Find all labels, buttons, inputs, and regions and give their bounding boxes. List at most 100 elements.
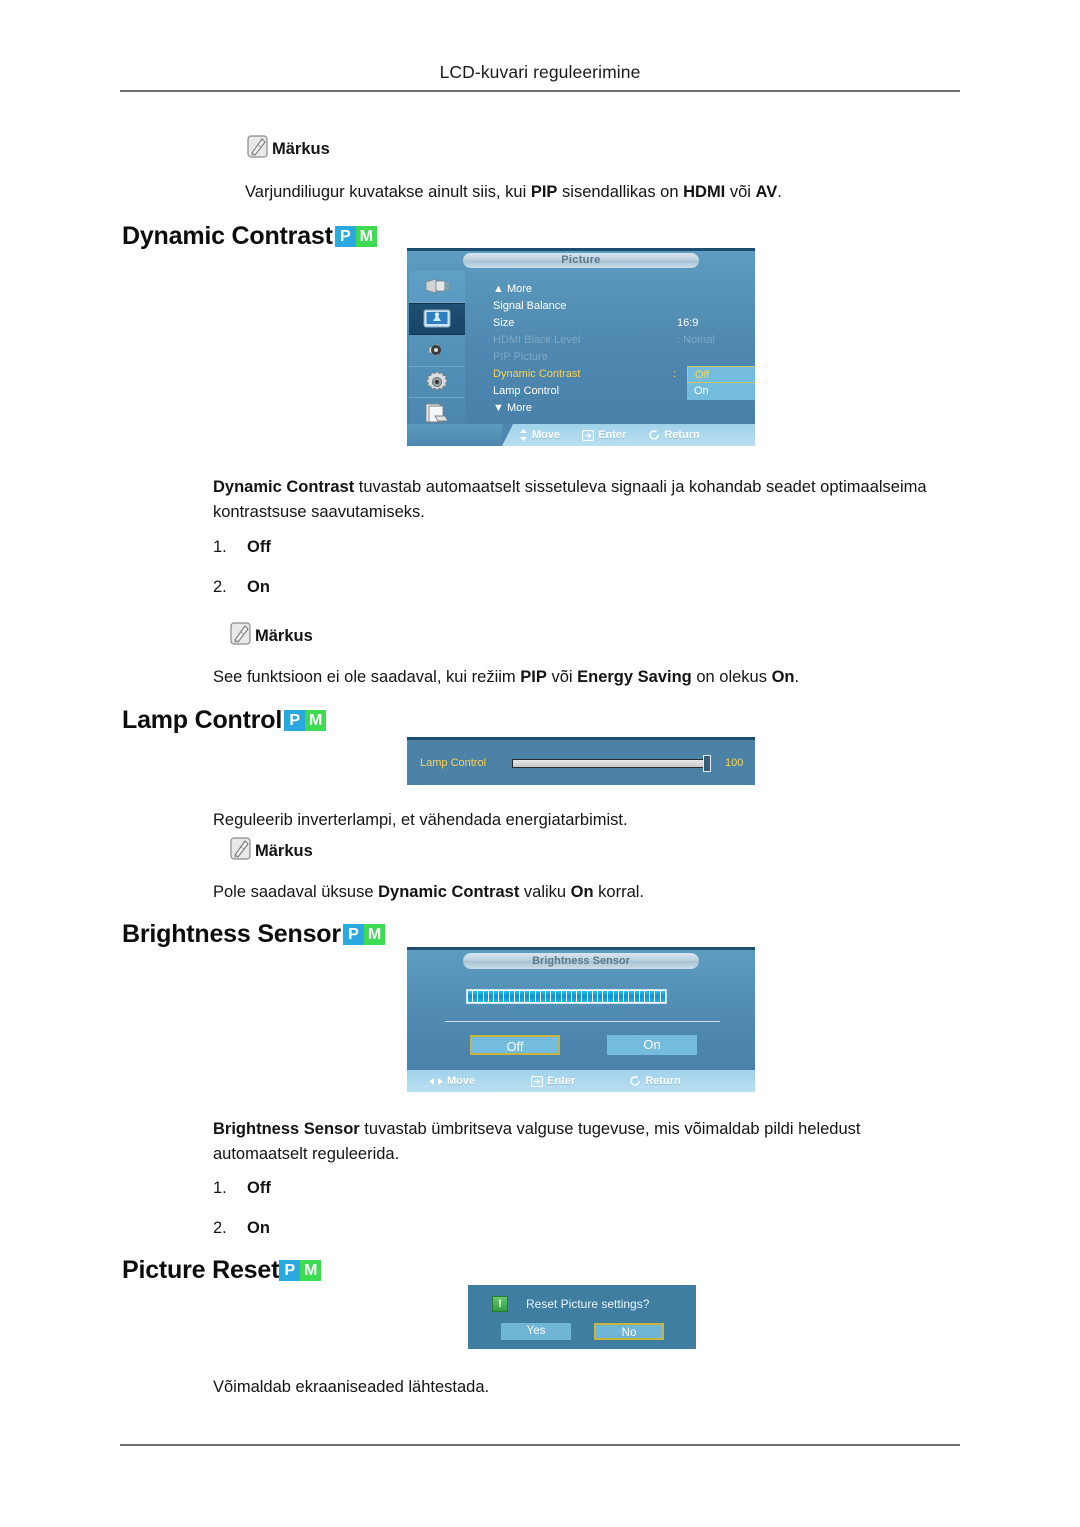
desc-dynamic-contrast-bold: Dynamic Contrast: [213, 478, 355, 496]
badge-m-icon: M: [300, 1260, 322, 1281]
bs-level-segment: [650, 991, 655, 1002]
note-text-3: Pole saadaval üksuse Dynamic Contrast va…: [213, 880, 958, 905]
heading-dynamic-contrast-text: Dynamic Contrast: [122, 222, 333, 250]
note2-pre: See funktsioon ei ole saadaval, kui reži…: [213, 668, 521, 686]
note3-pre: Pole saadaval üksuse: [213, 883, 379, 901]
list-item-label: Off: [247, 1179, 271, 1197]
osd-bs-title: Brightness Sensor: [463, 953, 699, 969]
bs-level-segment: [520, 991, 525, 1002]
move-updown-icon: [520, 429, 527, 441]
osd-bs-button-off[interactable]: Off: [470, 1035, 560, 1055]
osd-dropdown-colon: :: [673, 368, 677, 380]
header-divider: [120, 90, 960, 92]
badge-p-icon: P: [334, 226, 356, 247]
osd-row-hdmi-black-level[interactable]: HDMI Black Level: [493, 332, 580, 349]
bs-level-segment: [613, 991, 618, 1002]
osd-dropdown-dynamic-contrast[interactable]: Off On: [687, 366, 755, 400]
osd-value-hdmi-black-level: : Nomal: [677, 334, 715, 346]
osd-bs-divider: [445, 1021, 720, 1022]
osd-bs-button-on[interactable]: On: [607, 1035, 697, 1055]
osd-bs-footer-enter: Enter: [531, 1075, 575, 1087]
note1-mid1: sisendallikas on: [557, 183, 684, 201]
heading-brightness-sensor: Brightness Sensor P M: [122, 920, 385, 949]
bs-level-segment: [572, 991, 577, 1002]
page-title: LCD-kuvari reguleerimine: [439, 62, 641, 82]
bs-level-segment: [546, 991, 551, 1002]
sidebar-item-setup[interactable]: [409, 367, 465, 398]
bs-level-segment: [504, 991, 509, 1002]
note-label-text-1: Märkus: [272, 140, 330, 158]
osd-bs-footer-move-label: Move: [447, 1075, 476, 1087]
badge-group-picture-reset: P M: [279, 1260, 322, 1281]
osd-row-lamp-control[interactable]: Lamp Control: [493, 383, 559, 400]
desc-dynamic-contrast: Dynamic Contrast tuvastab automaatselt s…: [213, 475, 958, 525]
osd-row-pip-picture[interactable]: PIP Picture: [493, 349, 548, 366]
note2-mid1: või: [546, 668, 578, 686]
desc-picture-reset: Võimaldab ekraaniseaded lähtestada.: [213, 1378, 490, 1396]
osd-lamp-slider-track[interactable]: [512, 759, 710, 768]
bs-level-segment: [592, 991, 598, 1002]
badge-group-lamp-control: P M: [284, 710, 327, 731]
osd-lamp-value: 100: [725, 757, 744, 769]
osd-row-signal-balance[interactable]: Signal Balance: [493, 298, 566, 315]
badge-group-dynamic-contrast: P M: [334, 226, 377, 247]
bs-level-segment: [556, 991, 561, 1002]
sidebar-item-sound[interactable]: [409, 335, 465, 367]
list-brightness-sensor: 1. Off 2. On: [213, 1168, 271, 1248]
osd-row-more-down[interactable]: ▼ More: [493, 400, 532, 417]
bs-level-segment: [624, 991, 629, 1002]
note1-pre: Varjundiliugur kuvatakse ainult siis, ku…: [245, 183, 531, 201]
badge-m-icon: M: [363, 924, 385, 945]
osd-menu-body: ▲ More Signal Balance Size 16:9 HDMI Bla…: [465, 271, 755, 424]
warning-icon-glyph: !: [498, 1297, 502, 1310]
sound-speaker-icon: [428, 342, 441, 359]
note2-b2: Energy Saving: [577, 668, 692, 686]
note-block-3: Märkus: [228, 835, 313, 861]
note1-b1: PIP: [530, 183, 558, 201]
sidebar-item-input[interactable]: [409, 271, 465, 303]
osd-footer-return-label: Return: [664, 429, 700, 441]
osd-reset-yes-button[interactable]: Yes: [501, 1323, 571, 1340]
osd-reset-no-button[interactable]: No: [594, 1323, 664, 1340]
badge-group-brightness-sensor: P M: [342, 924, 385, 945]
osd-value-size: 16:9: [677, 317, 699, 329]
badge-m-icon: M: [355, 226, 377, 247]
note3-mid1: valiku: [519, 883, 571, 901]
osd-footer-bar: Move Enter Return: [407, 424, 755, 446]
osd-row-size[interactable]: Size: [493, 315, 514, 332]
bs-level-segment: [561, 991, 566, 1002]
bs-level-segment: [582, 991, 587, 1002]
osd-lamp-label: Lamp Control: [420, 757, 487, 769]
bs-level-segment: [644, 991, 650, 1002]
osd-picture-menu: Picture ▲ More Signal Balance Size 16:9 …: [407, 248, 755, 446]
setup-gear-icon: [425, 370, 449, 391]
note-label-3: Märkus: [228, 835, 313, 861]
desc-lamp-control: Reguleerib inverterlampi, et vähendada e…: [213, 811, 628, 829]
osd-lamp-slider-knob[interactable]: [703, 755, 711, 772]
desc-brightness-sensor-bold: Brightness Sensor: [213, 1120, 360, 1138]
sidebar-item-picture[interactable]: [409, 302, 465, 335]
osd-bs-footer-return: Return: [629, 1075, 681, 1087]
osd-bs-level-bar: [466, 989, 667, 1004]
osd-footer-move: Move: [519, 429, 560, 441]
osd-dropdown-option-off[interactable]: Off: [687, 366, 755, 383]
osd-footer-notch: [407, 424, 513, 446]
note1-mid2: või: [725, 183, 756, 201]
note-pencil-icon: [228, 835, 254, 861]
enter-icon: [531, 1075, 544, 1087]
note-label-text-2: Märkus: [255, 627, 313, 645]
list-item-number: 1.: [213, 1179, 227, 1197]
list-item-label: On: [247, 578, 270, 596]
osd-row-dynamic-contrast[interactable]: Dynamic Contrast: [493, 366, 580, 383]
badge-p-icon: P: [284, 710, 306, 731]
heading-picture-reset-text: Picture Reset: [122, 1256, 280, 1284]
return-icon: [649, 429, 659, 440]
osd-row-more-up[interactable]: ▲ More: [493, 281, 532, 298]
osd-dropdown-option-on[interactable]: On: [687, 383, 755, 400]
heading-picture-reset: Picture Reset P M: [122, 1256, 322, 1285]
osd-footer-move-label: Move: [532, 429, 561, 441]
bs-level-segment: [618, 991, 624, 1002]
osd-brightness-sensor: Brightness Sensor Off On Move Enter Retu…: [407, 947, 755, 1092]
osd-footer-return: Return: [648, 429, 700, 441]
bs-level-segment: [468, 991, 473, 1002]
